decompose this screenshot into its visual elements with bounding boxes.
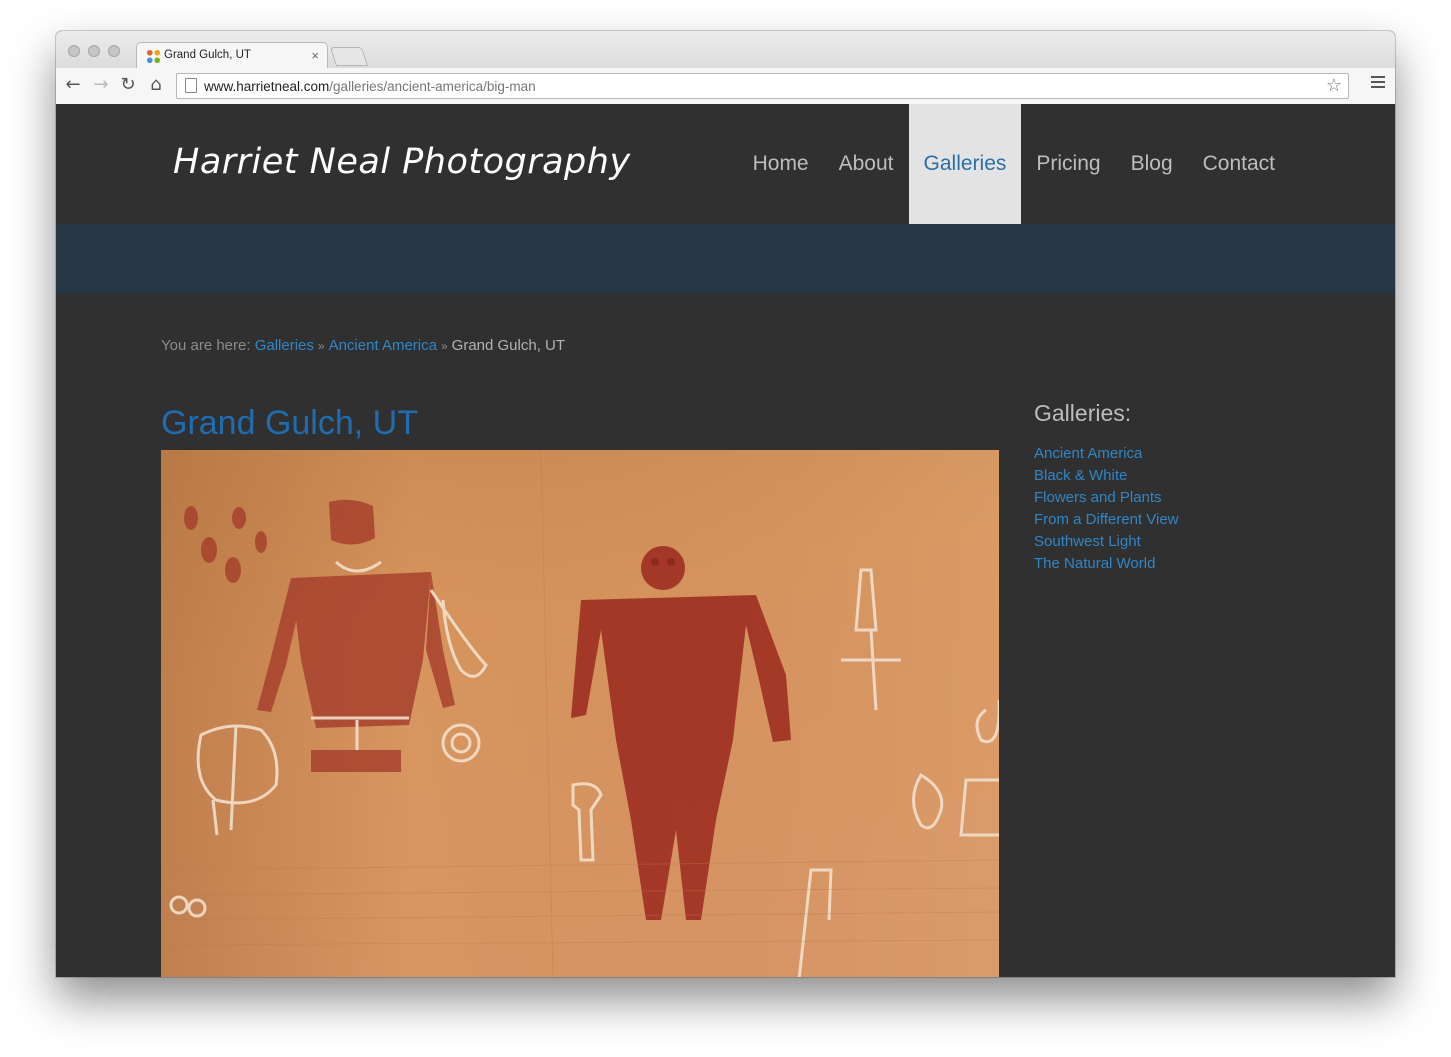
gallery-link-natural-world[interactable]: The Natural World	[1034, 555, 1155, 572]
gallery-link-black-white[interactable]: Black & White	[1034, 467, 1127, 484]
list-item: Southwest Light	[1034, 531, 1294, 553]
gallery-photo[interactable]	[161, 450, 999, 977]
breadcrumb-separator: »	[440, 339, 448, 353]
nav-item-home[interactable]: Home	[738, 104, 824, 224]
gallery-link-different-view[interactable]: From a Different View	[1034, 511, 1179, 528]
breadcrumb-current: Grand Gulch, UT	[451, 337, 566, 354]
main-navigation: Home About Galleries Pricing Blog Contac…	[738, 104, 1290, 224]
back-icon[interactable]: ←	[63, 75, 83, 95]
petroglyph-photo-image	[161, 450, 999, 977]
sidebar-title: Galleries:	[1034, 400, 1132, 426]
page-icon	[185, 78, 197, 93]
list-item: Black & White	[1034, 465, 1294, 487]
new-tab-button[interactable]	[329, 47, 369, 66]
page-title[interactable]: Grand Gulch, UT	[161, 404, 418, 443]
browser-toolbar: ← → ↻ ⌂ www.harrietneal.com/galleries/an…	[56, 68, 1395, 105]
joomla-favicon-icon	[146, 49, 161, 64]
galleries-sidebar: Galleries: Ancient America Black & White…	[1034, 400, 1294, 575]
zoom-window-icon[interactable]	[108, 45, 120, 57]
list-item: Ancient America	[1034, 443, 1294, 465]
browser-menu-icon[interactable]	[1371, 76, 1385, 91]
gallery-link-southwest-light[interactable]: Southwest Light	[1034, 533, 1141, 550]
forward-icon[interactable]: →	[91, 75, 111, 95]
list-item: The Natural World	[1034, 553, 1294, 575]
gallery-link-flowers-plants[interactable]: Flowers and Plants	[1034, 489, 1162, 506]
url-text[interactable]: www.harrietneal.com/galleries/ancient-am…	[204, 79, 536, 94]
close-window-icon[interactable]	[68, 45, 80, 57]
breadcrumb: You are here: Galleries» Ancient America»…	[161, 337, 565, 354]
breadcrumb-link-galleries[interactable]: Galleries	[255, 337, 314, 354]
breadcrumb-prefix: You are here:	[161, 337, 251, 354]
reload-icon[interactable]: ↻	[118, 75, 138, 95]
bookmark-star-icon[interactable]: ☆	[1326, 75, 1342, 96]
list-item: From a Different View	[1034, 509, 1294, 531]
home-icon[interactable]: ⌂	[146, 75, 166, 95]
tab-title: Grand Gulch, UT	[164, 49, 251, 61]
minimize-window-icon[interactable]	[88, 45, 100, 57]
nav-item-pricing[interactable]: Pricing	[1021, 104, 1115, 224]
list-item: Flowers and Plants	[1034, 487, 1294, 509]
tab-close-icon[interactable]: ×	[311, 48, 319, 63]
site-header: Harriet Neal Photography Home About Gall…	[56, 104, 1395, 224]
nav-item-contact[interactable]: Contact	[1188, 104, 1290, 224]
browser-window: Grand Gulch, UT × ← → ↻ ⌂ www.harrietnea…	[56, 31, 1395, 977]
header-banner	[56, 224, 1395, 294]
galleries-list: Ancient America Black & White Flowers an…	[1034, 443, 1294, 575]
gallery-link-ancient-america[interactable]: Ancient America	[1034, 445, 1142, 462]
nav-item-blog[interactable]: Blog	[1116, 104, 1188, 224]
page-viewport: Harriet Neal Photography Home About Gall…	[56, 104, 1395, 977]
site-title[interactable]: Harriet Neal Photography	[173, 142, 631, 182]
breadcrumb-separator: »	[317, 339, 325, 353]
address-bar[interactable]: www.harrietneal.com/galleries/ancient-am…	[176, 73, 1349, 99]
tab-strip: Grand Gulch, UT ×	[56, 31, 1395, 69]
nav-item-galleries[interactable]: Galleries	[908, 104, 1022, 224]
nav-item-about[interactable]: About	[824, 104, 909, 224]
breadcrumb-link-ancient-america[interactable]: Ancient America	[329, 337, 437, 354]
browser-tab[interactable]: Grand Gulch, UT ×	[136, 42, 328, 69]
